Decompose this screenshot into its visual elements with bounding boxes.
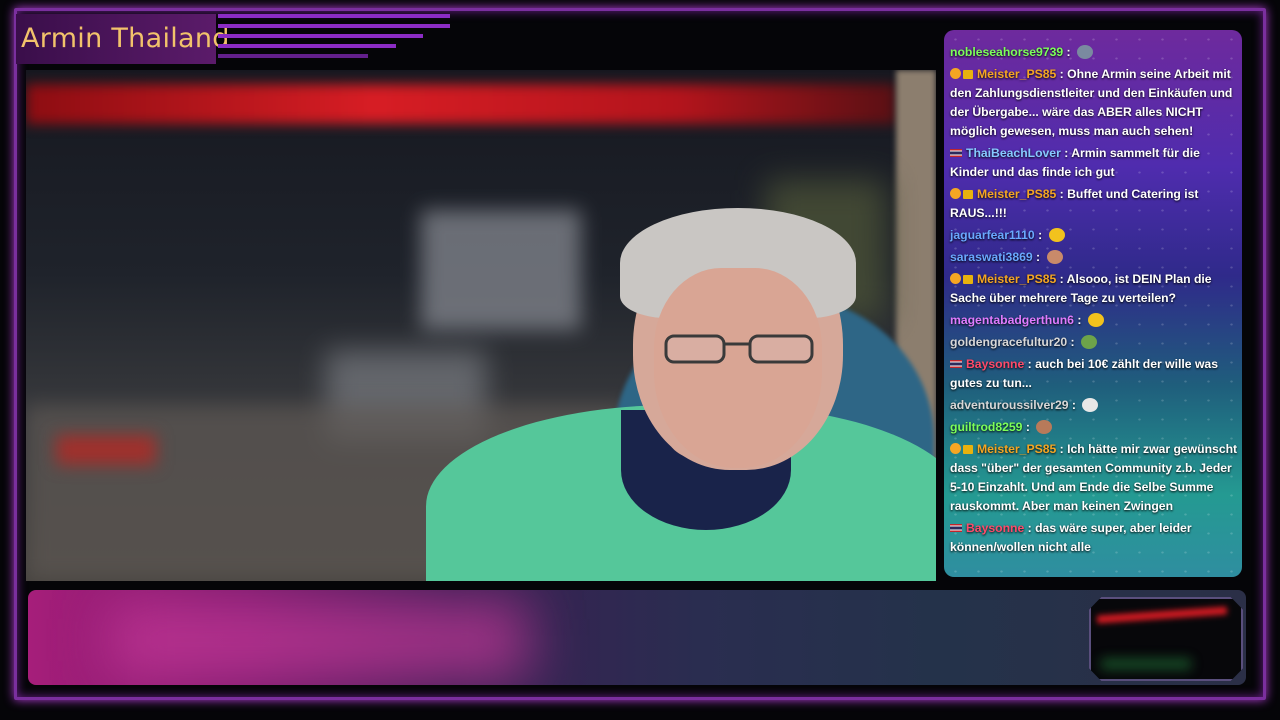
mini-cam-green-light (1101, 659, 1191, 669)
face-emote-icon (1046, 250, 1063, 264)
moderator-badge-icon (950, 68, 961, 79)
chat-message: goldengracefultur20 : (950, 333, 1238, 352)
webcam-video[interactable] (26, 70, 936, 581)
chat-separator: : (1073, 313, 1085, 327)
chat-panel[interactable]: nobleseahorse9739 : Meister_PS85 : Ohne … (944, 30, 1242, 577)
chat-message: saraswati3869 : (950, 248, 1238, 267)
subscriber-badge-icon (963, 190, 973, 199)
bottom-banner (28, 590, 1246, 685)
car-emote-icon (1076, 45, 1093, 59)
chat-separator: : (1060, 146, 1072, 160)
title-stripe (218, 54, 368, 58)
chat-separator: : (1068, 398, 1080, 412)
chat-username[interactable]: guiltrod8259 (950, 420, 1022, 434)
chat-username[interactable]: Meister_PS85 (977, 272, 1056, 286)
chat-message: Meister_PS85 : Ohne Armin seine Arbeit m… (950, 65, 1238, 141)
secondary-camera-view (1089, 597, 1243, 681)
mini-cam-red-light (1096, 606, 1228, 624)
chat-username[interactable]: adventuroussilver29 (950, 398, 1069, 412)
subscriber-badge-icon (963, 70, 973, 79)
chat-message: magentabadgerthun6 : (950, 311, 1238, 330)
thai-flag-icon (950, 149, 962, 157)
title-stripe (218, 34, 423, 38)
title-stripe (218, 44, 396, 48)
thai-flag-icon (950, 524, 962, 532)
chat-message: Meister_PS85 : Ich hätte mir zwar gewüns… (950, 440, 1238, 516)
chat-separator: : (1056, 67, 1068, 81)
chat-separator: : (1032, 250, 1044, 264)
chat-separator: : (1024, 521, 1036, 535)
chat-message: adventuroussilver29 : (950, 396, 1238, 415)
background-object (56, 435, 156, 465)
stream-title: Armin Thailand (21, 23, 230, 54)
sun-emote-icon (1048, 228, 1065, 242)
chat-message: ThaiBeachLover : Armin sammelt für die K… (950, 144, 1238, 182)
chat-username[interactable]: Baysonne (966, 521, 1024, 535)
chat-separator: : (1024, 357, 1036, 371)
background-red-light (26, 84, 896, 124)
chat-username[interactable]: Meister_PS85 (977, 442, 1056, 456)
chat-message: Baysonne : das wäre super, aber leider k… (950, 519, 1238, 557)
person-face (654, 268, 822, 468)
title-stripe (218, 14, 450, 18)
chat-message: Meister_PS85 : Alsooo, ist DEIN Plan die… (950, 270, 1238, 308)
chat-separator: : (1056, 272, 1067, 286)
thai-flag-icon (950, 360, 962, 368)
chat-separator: : (1056, 187, 1068, 201)
banner-glow (108, 600, 528, 680)
chat-username[interactable]: saraswati3869 (950, 250, 1033, 264)
chat-separator: : (1034, 228, 1046, 242)
chat-message: Meister_PS85 : Buffet und Catering ist R… (950, 185, 1238, 223)
chat-separator: : (1063, 45, 1074, 59)
title-stripe (218, 24, 450, 28)
chat-username[interactable]: nobleseahorse9739 (950, 45, 1063, 59)
chat-username[interactable]: jaguarfear1110 (950, 228, 1035, 242)
subscriber-badge-icon (963, 445, 973, 454)
chicken-emote-icon (1082, 398, 1099, 412)
moderator-badge-icon (950, 443, 961, 454)
chat-separator: : (1056, 442, 1068, 456)
chat-username[interactable]: Meister_PS85 (977, 187, 1056, 201)
chat-separator: : (1022, 420, 1034, 434)
chat-message-list[interactable]: nobleseahorse9739 : Meister_PS85 : Ohne … (950, 43, 1238, 560)
frog-emote-icon (1081, 335, 1097, 349)
chat-username[interactable]: ThaiBeachLover (966, 146, 1061, 160)
person-glasses (664, 334, 814, 364)
chat-username[interactable]: goldengracefultur20 (950, 335, 1067, 349)
portrait-emote-icon (1036, 420, 1053, 434)
subscriber-badge-icon (963, 275, 973, 284)
smile-emote-icon (1087, 313, 1104, 327)
moderator-badge-icon (950, 188, 961, 199)
chat-message: jaguarfear1110 : (950, 226, 1238, 245)
chat-message: nobleseahorse9739 : (950, 43, 1238, 62)
chat-separator: : (1067, 335, 1078, 349)
background-object (421, 210, 581, 330)
chat-username[interactable]: Baysonne (966, 357, 1024, 371)
chat-message: Baysonne : auch bei 10€ zählt der wille … (950, 355, 1238, 393)
chat-username[interactable]: magentabadgerthun6 (950, 313, 1074, 327)
moderator-badge-icon (950, 273, 961, 284)
chat-username[interactable]: Meister_PS85 (977, 67, 1056, 81)
chat-message: guiltrod8259 : (950, 418, 1238, 437)
